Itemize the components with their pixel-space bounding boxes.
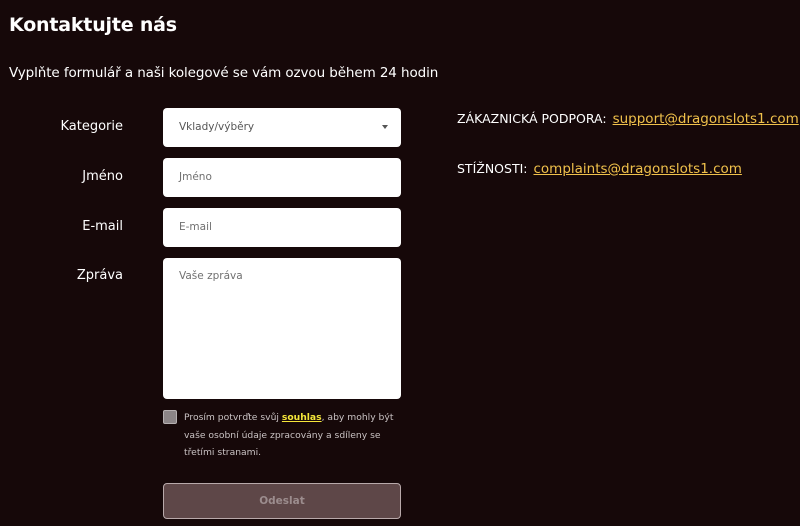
- support-email-link[interactable]: support@dragonslots1.com: [613, 111, 799, 127]
- consent-checkbox[interactable]: [163, 410, 177, 424]
- message-textarea[interactable]: Vaše zpráva: [163, 258, 401, 399]
- email-input[interactable]: E-mail: [163, 208, 401, 247]
- submit-button[interactable]: Odeslat: [163, 483, 401, 519]
- contact-page: Kontaktujte nás Vyplňte formulář a naši …: [0, 0, 800, 526]
- consent-text-before: Prosím potvrďte svůj: [184, 412, 282, 423]
- page-title: Kontaktujte nás: [9, 14, 177, 36]
- name-placeholder: Jméno: [179, 171, 212, 183]
- message-placeholder: Vaše zpráva: [179, 270, 243, 282]
- message-label: Zpráva: [76, 268, 123, 283]
- complaints-label: STÍŽNOSTI:: [457, 161, 528, 176]
- email-placeholder: E-mail: [179, 221, 212, 233]
- category-label: Kategorie: [60, 119, 123, 134]
- category-selected-value: Vklady/výběry: [179, 121, 255, 133]
- caret-down-icon: [382, 125, 388, 129]
- category-select[interactable]: Vklady/výběry: [163, 108, 401, 147]
- consent-link[interactable]: souhlas: [282, 412, 322, 423]
- name-label: Jméno: [82, 169, 123, 184]
- support-label: ZÁKAZNICKÁ PODPORA:: [457, 111, 607, 126]
- complaints-contact: STÍŽNOSTI: complaints@dragonslots1.com: [457, 161, 742, 177]
- complaints-email-link[interactable]: complaints@dragonslots1.com: [533, 161, 741, 177]
- support-contact: ZÁKAZNICKÁ PODPORA: support@dragonslots1.…: [457, 111, 799, 127]
- consent-text: Prosím potvrďte svůj souhlas, aby mohly …: [184, 409, 404, 462]
- page-subtitle: Vyplňte formulář a naši kolegové se vám …: [9, 65, 439, 81]
- email-label: E-mail: [82, 219, 123, 234]
- name-input[interactable]: Jméno: [163, 158, 401, 197]
